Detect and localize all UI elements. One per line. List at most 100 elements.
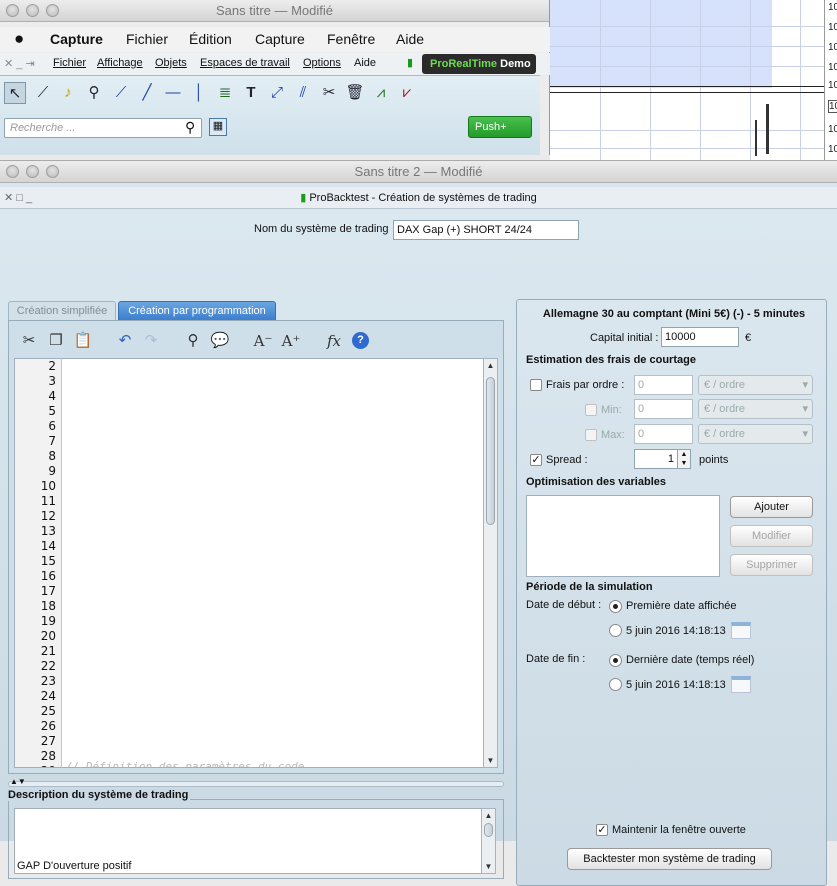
horizontal-line-icon[interactable]: — xyxy=(162,82,184,104)
fee-per-order-unit-select[interactable]: € / ordre xyxy=(698,375,813,395)
window-controls[interactable]: ✕ _ ⇥ xyxy=(4,57,35,70)
inner-title-bar: ✕ □ _ ▮ ProBacktest - Création de systèm… xyxy=(0,187,837,209)
menu-fenetre[interactable]: Fenêtre xyxy=(327,31,375,47)
submenu-fichier[interactable]: Fichier xyxy=(53,57,86,69)
find-icon[interactable]: ⚲ xyxy=(183,331,203,351)
spread-checkbox[interactable]: ✓ xyxy=(530,454,542,466)
push-button[interactable]: Push+ xyxy=(468,116,532,138)
alarm-icon[interactable]: ♪ xyxy=(57,82,79,104)
splitter-arrows-icon[interactable]: ▲▼ xyxy=(10,777,26,786)
calendar-icon[interactable]: ▦ xyxy=(209,118,227,136)
code-scrollbar[interactable]: ▲ ▼ xyxy=(483,358,498,768)
search-icon[interactable]: ⚲ xyxy=(185,119,195,136)
submenu-aide[interactable]: Aide xyxy=(354,57,376,69)
window-subtitle: ProBacktest - Création de systèmes de tr… xyxy=(309,192,537,204)
max-fee-unit-select[interactable]: € / ordre xyxy=(698,424,813,444)
comment-icon[interactable]: 💬 xyxy=(210,331,230,351)
menu-aide[interactable]: Aide xyxy=(396,31,424,47)
description-scrollbar[interactable]: ▲ ▼ xyxy=(481,808,496,874)
tab-creation-programmation[interactable]: Création par programmation xyxy=(118,301,276,320)
scroll-up-icon[interactable]: ▲ xyxy=(482,809,495,822)
backtest-button[interactable]: Backtester mon système de trading xyxy=(567,848,772,870)
line-icon[interactable]: ╱ xyxy=(136,82,158,104)
submenu-espaces[interactable]: Espaces de travail xyxy=(200,57,290,69)
period-section-title: Période de la simulation xyxy=(526,581,653,593)
submenu-options[interactable]: Options xyxy=(303,57,341,69)
scroll-down-icon[interactable]: ▼ xyxy=(482,860,495,873)
spread-stepper[interactable]: ▲ ▼ xyxy=(677,449,691,469)
fee-per-order-checkbox[interactable] xyxy=(530,379,542,391)
tab-creation-simplifiee[interactable]: Création simplifiée xyxy=(8,301,116,320)
paste-icon[interactable]: 📋 xyxy=(73,331,93,351)
redo-icon[interactable]: ↷ xyxy=(141,331,161,351)
capital-input[interactable]: 10000 xyxy=(661,327,739,347)
add-variable-button[interactable]: Ajouter xyxy=(730,496,813,518)
submenu-affichage[interactable]: Affichage xyxy=(97,57,143,69)
scroll-up-icon[interactable]: ▲ xyxy=(484,359,497,372)
scroll-thumb[interactable] xyxy=(486,377,495,525)
parallel-icon[interactable]: ⫽ xyxy=(292,82,314,104)
undo-icon[interactable]: ↶ xyxy=(115,331,135,351)
edit-variable-button[interactable]: Modifier xyxy=(730,525,813,547)
system-name-input[interactable]: DAX Gap (+) SHORT 24/24 xyxy=(393,220,579,240)
channel-icon[interactable]: ⩗ xyxy=(396,82,418,104)
function-icon[interactable]: fx xyxy=(324,331,344,351)
zoom-window-button[interactable] xyxy=(46,4,59,17)
minimize-window-button[interactable] xyxy=(26,165,39,178)
fibonacci-icon[interactable]: ≣ xyxy=(214,82,236,104)
end-custom-date-radio[interactable] xyxy=(609,678,622,691)
min-fee-checkbox[interactable] xyxy=(585,404,597,416)
ruler-icon[interactable]: ⟋ xyxy=(32,82,54,104)
variables-list[interactable] xyxy=(526,495,720,577)
text-icon[interactable]: T xyxy=(240,82,262,104)
increase-font-icon[interactable]: A⁺ xyxy=(281,331,301,351)
scroll-thumb[interactable] xyxy=(484,823,493,837)
submenu-objets[interactable]: Objets xyxy=(155,57,187,69)
menu-fichier[interactable]: Fichier xyxy=(126,31,168,47)
close-window-button[interactable] xyxy=(6,4,19,17)
spread-input[interactable]: 1 xyxy=(634,449,678,469)
tools-icon[interactable]: ✂ xyxy=(318,82,340,104)
code-textarea[interactable]: // Définition des paramètres du code xyxy=(62,358,485,768)
keep-open-checkbox[interactable]: ✓ xyxy=(596,824,608,836)
menu-capture[interactable]: Capture xyxy=(255,31,305,47)
cross-line-icon[interactable]: ⤢ xyxy=(266,82,288,104)
vertical-line-icon[interactable]: │ xyxy=(188,82,210,104)
max-fee-input[interactable]: 0 xyxy=(634,424,693,444)
cut-icon[interactable]: ✂ xyxy=(19,331,39,351)
description-textarea[interactable]: GAP D'ouverture positif xyxy=(14,808,482,874)
fee-per-order-input[interactable]: 0 xyxy=(634,375,693,395)
line-number: 8 xyxy=(48,449,56,463)
close-window-button[interactable] xyxy=(6,165,19,178)
min-fee-unit-select[interactable]: € / ordre xyxy=(698,399,813,419)
delete-variable-button[interactable]: Supprimer xyxy=(730,554,813,576)
zoom-icon[interactable]: ⚲ xyxy=(83,82,105,104)
end-calendar-icon[interactable] xyxy=(731,676,751,693)
panel-controls[interactable]: ✕ □ _ xyxy=(4,187,32,209)
indicator-icon[interactable]: ⩘ xyxy=(370,82,392,104)
apple-menu-icon[interactable]: ● xyxy=(14,29,24,49)
start-calendar-icon[interactable] xyxy=(731,622,751,639)
menu-edition[interactable]: Édition xyxy=(189,31,232,47)
min-fee-input[interactable]: 0 xyxy=(634,399,693,419)
axis-tick: 10 xyxy=(828,144,837,155)
decrease-font-icon[interactable]: A⁻ xyxy=(253,331,273,351)
start-custom-date-radio[interactable] xyxy=(609,624,622,637)
pointer-icon[interactable]: ↖ xyxy=(4,82,26,104)
trash-icon[interactable]: 🗑 xyxy=(344,82,366,104)
scroll-down-icon[interactable]: ▼ xyxy=(484,754,497,767)
search-input[interactable]: Recherche ... xyxy=(4,118,202,138)
max-fee-checkbox[interactable] xyxy=(585,429,597,441)
copy-icon[interactable]: ❐ xyxy=(46,331,66,351)
zoom-window-button[interactable] xyxy=(46,165,59,178)
minimize-window-button[interactable] xyxy=(26,4,39,17)
trendline-icon[interactable]: ⟋ xyxy=(110,82,132,104)
chart-highlight xyxy=(550,0,772,88)
start-first-date-radio[interactable] xyxy=(609,600,622,613)
end-realtime-radio[interactable] xyxy=(609,654,622,667)
splitter-handle[interactable] xyxy=(8,781,504,787)
end-date-label: Date de fin : xyxy=(526,653,586,665)
start-date-label: Date de début : xyxy=(526,599,602,611)
menu-app-capture[interactable]: Capture xyxy=(50,31,103,47)
help-icon[interactable]: ? xyxy=(352,332,369,349)
